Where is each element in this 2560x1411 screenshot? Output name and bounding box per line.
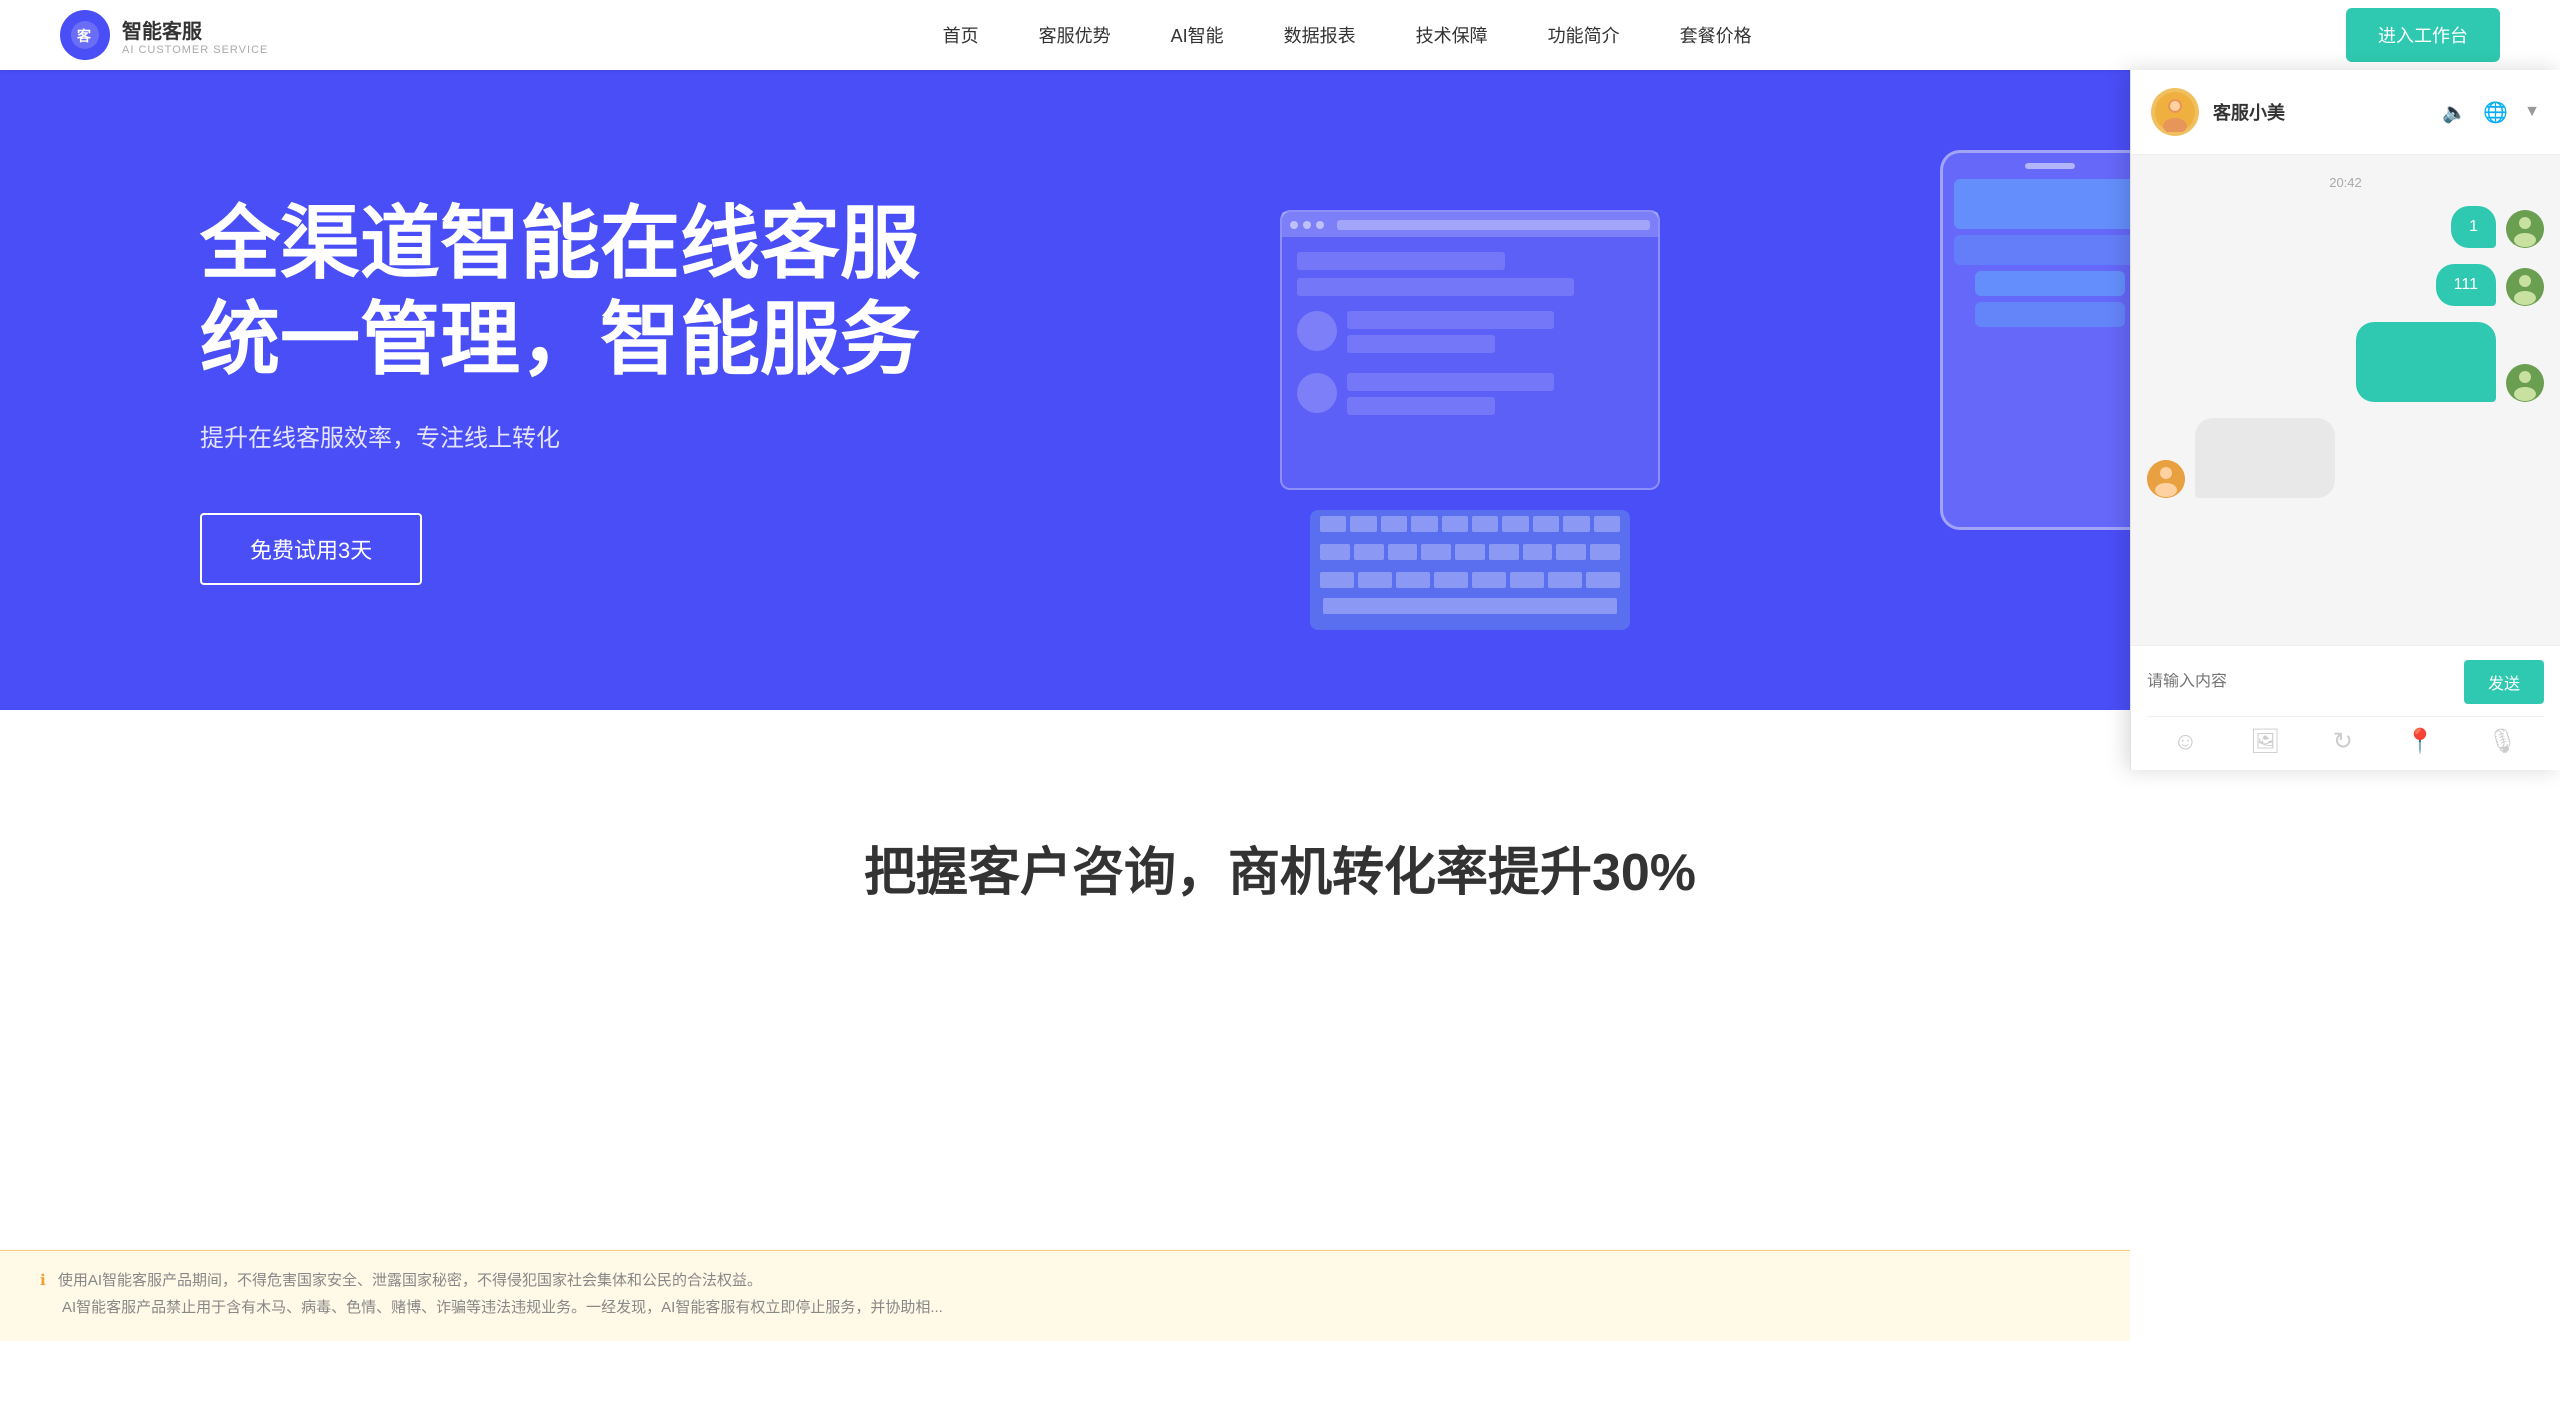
chat-agent-name: 客服小美 [2213, 99, 2428, 125]
nav-price[interactable]: 套餐价格 [1680, 22, 1752, 48]
msg-bubble-4 [2195, 418, 2335, 498]
nav-ai[interactable]: AI智能 [1171, 22, 1224, 48]
chat-toolbar: ☺ 🖼 ↻ 📍 🎙 [2147, 716, 2544, 756]
msg-avatar-1 [2506, 210, 2544, 248]
emoji-icon[interactable]: ☺ [2173, 728, 2198, 756]
msg-avatar-2 [2506, 268, 2544, 306]
chat-input[interactable] [2147, 673, 2454, 691]
chat-input-row: 发送 [2147, 660, 2544, 704]
free-trial-button[interactable]: 免费试用3天 [200, 513, 422, 585]
phone-mockup [1940, 150, 2160, 530]
chat-header-icons: 🔈 🌐 ▼ [2442, 100, 2540, 125]
hero-title: 全渠道智能在线客服 统一管理，智能服务 [200, 196, 1280, 388]
refresh-icon[interactable]: ↻ [2333, 727, 2353, 756]
brand-name: 智能客服 [122, 15, 268, 44]
nav-links: 首页 客服优势 AI智能 数据报表 技术保障 功能简介 套餐价格 [348, 22, 2346, 48]
svg-text:客: 客 [76, 28, 92, 44]
brand-subtitle: AI CUSTOMER SERVICE [122, 44, 268, 56]
enter-workspace-button[interactable]: 进入工作台 [2346, 8, 2500, 62]
notice-line-1: ℹ 使用AI智能客服产品期间，不得危害国家安全、泄露国家秘密，不得侵犯国家社会集… [40, 1269, 2090, 1290]
globe-icon[interactable]: 🌐 [2483, 100, 2508, 125]
chat-message-2: 111 [2147, 264, 2544, 306]
logo-area[interactable]: 客 智能客服 AI CUSTOMER SERVICE [60, 10, 268, 60]
location-icon[interactable]: 📍 [2405, 727, 2435, 756]
nav-report[interactable]: 数据报表 [1284, 22, 1356, 48]
navbar: 客 智能客服 AI CUSTOMER SERVICE 首页 客服优势 AI智能 … [0, 0, 2560, 70]
chat-message-3 [2147, 322, 2544, 402]
chat-body: 20:42 1 111 [2131, 155, 2560, 645]
volume-icon[interactable]: 🔈 [2442, 100, 2467, 125]
desktop-content [1282, 237, 1658, 438]
notice-line-2: AI智能客服产品禁止用于含有木马、病毒、色情、赌博、诈骗等违法违规业务。一经发现… [40, 1296, 2090, 1317]
hero-content: 全渠道智能在线客服 统一管理，智能服务 提升在线客服效率，专注线上转化 免费试用… [200, 196, 1280, 585]
chat-timestamp: 20:42 [2147, 175, 2544, 190]
nav-home[interactable]: 首页 [943, 22, 979, 48]
notice-bar: ℹ 使用AI智能客服产品期间，不得危害国家安全、泄露国家秘密，不得侵犯国家社会集… [0, 1250, 2130, 1341]
logo-icon: 客 [60, 10, 110, 60]
chevron-down-icon[interactable]: ▼ [2524, 103, 2540, 121]
desktop-mockup [1280, 210, 1660, 490]
send-button[interactable]: 发送 [2464, 660, 2544, 704]
notice-icon: ℹ [40, 1272, 46, 1289]
chat-message-1: 1 [2147, 206, 2544, 248]
brand-name-area: 智能客服 AI CUSTOMER SERVICE [122, 15, 268, 56]
chat-widget: 客服小美 🔈 🌐 ▼ 20:42 1 111 [2130, 70, 2560, 770]
chat-header: 客服小美 🔈 🌐 ▼ [2131, 70, 2560, 155]
image-icon[interactable]: 🖼 [2250, 727, 2280, 756]
chat-message-4 [2147, 418, 2544, 498]
msg-bubble-3 [2356, 322, 2496, 402]
msg-avatar-left [2147, 460, 2185, 498]
msg-bubble-1: 1 [2451, 206, 2496, 248]
msg-avatar-3 [2506, 364, 2544, 402]
msg-bubble-2: 111 [2436, 264, 2496, 306]
mic-icon[interactable]: 🎙 [2487, 727, 2517, 756]
nav-feature[interactable]: 功能简介 [1548, 22, 1620, 48]
keyboard-mockup [1310, 510, 1630, 630]
nav-advantage[interactable]: 客服优势 [1039, 22, 1111, 48]
nav-tech[interactable]: 技术保障 [1416, 22, 1488, 48]
chat-footer: 发送 ☺ 🖼 ↻ 📍 🎙 [2131, 645, 2560, 770]
section2-title: 把握客户咨询，商机转化率提升30% [200, 830, 2360, 905]
desktop-titlebar [1282, 212, 1658, 237]
hero-subtitle: 提升在线客服效率，专注线上转化 [200, 418, 1280, 453]
chat-agent-avatar [2151, 88, 2199, 136]
